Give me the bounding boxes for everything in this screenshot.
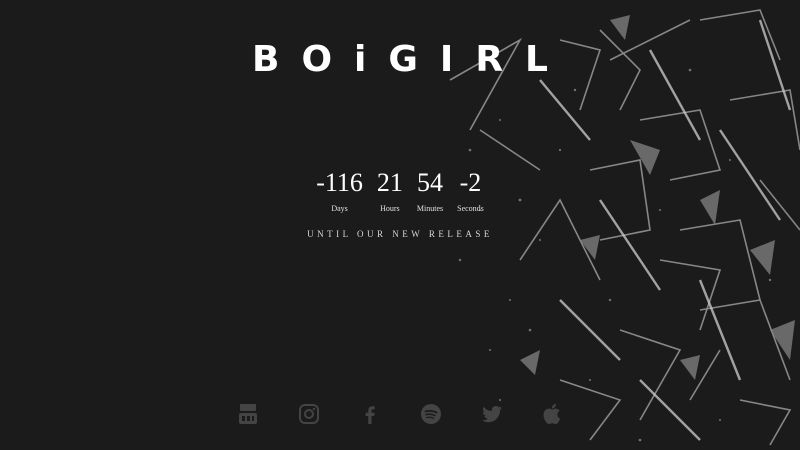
countdown-days-value: -116 bbox=[316, 168, 363, 197]
countdown-hours-label: Hours bbox=[380, 204, 400, 213]
countdown-seconds-value: -2 bbox=[459, 168, 482, 197]
facebook-icon[interactable] bbox=[358, 402, 382, 426]
countdown-seconds: -2 Seconds bbox=[457, 166, 484, 215]
brand-logo: BOiGIRL bbox=[252, 39, 570, 80]
instagram-icon[interactable] bbox=[297, 402, 321, 426]
countdown-minutes: 54 Minutes bbox=[417, 166, 443, 215]
countdown-days: -116 Days bbox=[316, 166, 363, 215]
youtube-icon[interactable] bbox=[236, 402, 260, 426]
spotify-icon[interactable] bbox=[419, 402, 443, 426]
countdown-hours-value: 21 bbox=[376, 168, 403, 197]
countdown-days-label: Days bbox=[331, 204, 348, 213]
apple-icon[interactable] bbox=[541, 402, 565, 426]
twitter-icon[interactable] bbox=[480, 402, 504, 426]
countdown-minutes-label: Minutes bbox=[416, 204, 444, 213]
countdown-seconds-label: Seconds bbox=[457, 204, 484, 213]
release-tagline: UNTIL OUR NEW RELEASE bbox=[307, 229, 493, 239]
social-links bbox=[0, 402, 800, 426]
countdown-hours: 21 Hours bbox=[377, 166, 403, 215]
countdown-minutes-value: 54 bbox=[417, 168, 443, 197]
countdown-timer: -116 Days 21 Hours 54 Minutes -2 Seconds bbox=[0, 166, 800, 215]
